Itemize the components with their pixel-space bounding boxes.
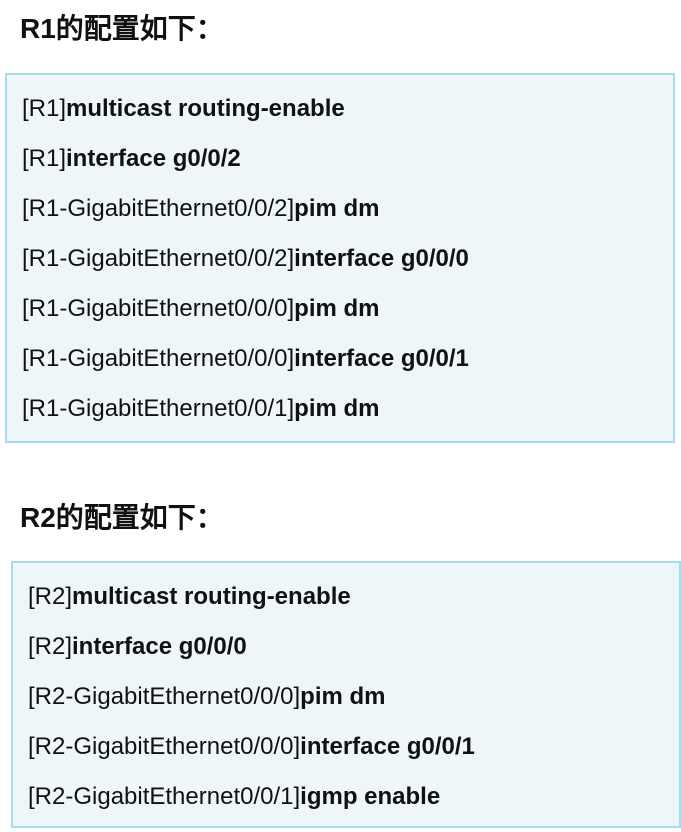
config-line: [R1-GigabitEthernet0/0/2]pim dm bbox=[22, 194, 380, 224]
cli-command: interface g0/0/0 bbox=[294, 245, 469, 272]
cli-prompt: [R1-GigabitEthernet0/0/2] bbox=[22, 195, 295, 222]
r2-config-heading: R2的配置如下： bbox=[20, 502, 224, 533]
cli-command: pim dm bbox=[294, 195, 380, 222]
config-line: [R2]interface g0/0/0 bbox=[28, 632, 247, 662]
cli-command: multicast routing-enable bbox=[72, 583, 351, 610]
cli-prompt: [R1-GigabitEthernet0/0/2] bbox=[22, 245, 295, 272]
config-line: [R1-GigabitEthernet0/0/0]pim dm bbox=[22, 294, 380, 324]
r1-config-box: [R1]multicast routing-enable [R1]interfa… bbox=[5, 73, 675, 443]
cli-command: pim dm bbox=[294, 395, 380, 422]
cli-prompt: [R2-GigabitEthernet0/0/0] bbox=[28, 683, 301, 710]
cli-prompt: [R1-GigabitEthernet0/0/0] bbox=[22, 345, 295, 372]
cli-prompt: [R2] bbox=[28, 633, 73, 660]
config-line: [R1-GigabitEthernet0/0/0]interface g0/0/… bbox=[22, 344, 469, 374]
r1-config-heading: R1的配置如下： bbox=[20, 13, 224, 44]
config-line: [R2-GigabitEthernet0/0/0]pim dm bbox=[28, 682, 386, 712]
cli-command: pim dm bbox=[294, 295, 380, 322]
cli-command: pim dm bbox=[300, 683, 386, 710]
config-line: [R2-GigabitEthernet0/0/0]interface g0/0/… bbox=[28, 732, 475, 762]
cli-prompt: [R2] bbox=[28, 583, 73, 610]
cli-command: interface g0/0/2 bbox=[66, 145, 241, 172]
cli-command: interface g0/0/1 bbox=[300, 733, 475, 760]
cli-command: interface g0/0/0 bbox=[72, 633, 247, 660]
config-line: [R1]interface g0/0/2 bbox=[22, 144, 241, 174]
config-line: [R2]multicast routing-enable bbox=[28, 582, 351, 612]
cli-prompt: [R2-GigabitEthernet0/0/1] bbox=[28, 783, 301, 810]
cli-prompt: [R1-GigabitEthernet0/0/1] bbox=[22, 395, 295, 422]
config-line: [R1-GigabitEthernet0/0/1]pim dm bbox=[22, 394, 380, 424]
r2-config-box: [R2]multicast routing-enable [R2]interfa… bbox=[11, 561, 681, 828]
config-line: [R1]multicast routing-enable bbox=[22, 94, 345, 124]
cli-command: igmp enable bbox=[300, 783, 441, 810]
cli-prompt: [R1-GigabitEthernet0/0/0] bbox=[22, 295, 295, 322]
config-line: [R1-GigabitEthernet0/0/2]interface g0/0/… bbox=[22, 244, 469, 274]
cli-prompt: [R2-GigabitEthernet0/0/0] bbox=[28, 733, 301, 760]
cli-command: interface g0/0/1 bbox=[294, 345, 469, 372]
cli-prompt: [R1] bbox=[22, 95, 67, 122]
config-line: [R2-GigabitEthernet0/0/1]igmp enable bbox=[28, 782, 440, 812]
cli-prompt: [R1] bbox=[22, 145, 67, 172]
cli-command: multicast routing-enable bbox=[66, 95, 345, 122]
